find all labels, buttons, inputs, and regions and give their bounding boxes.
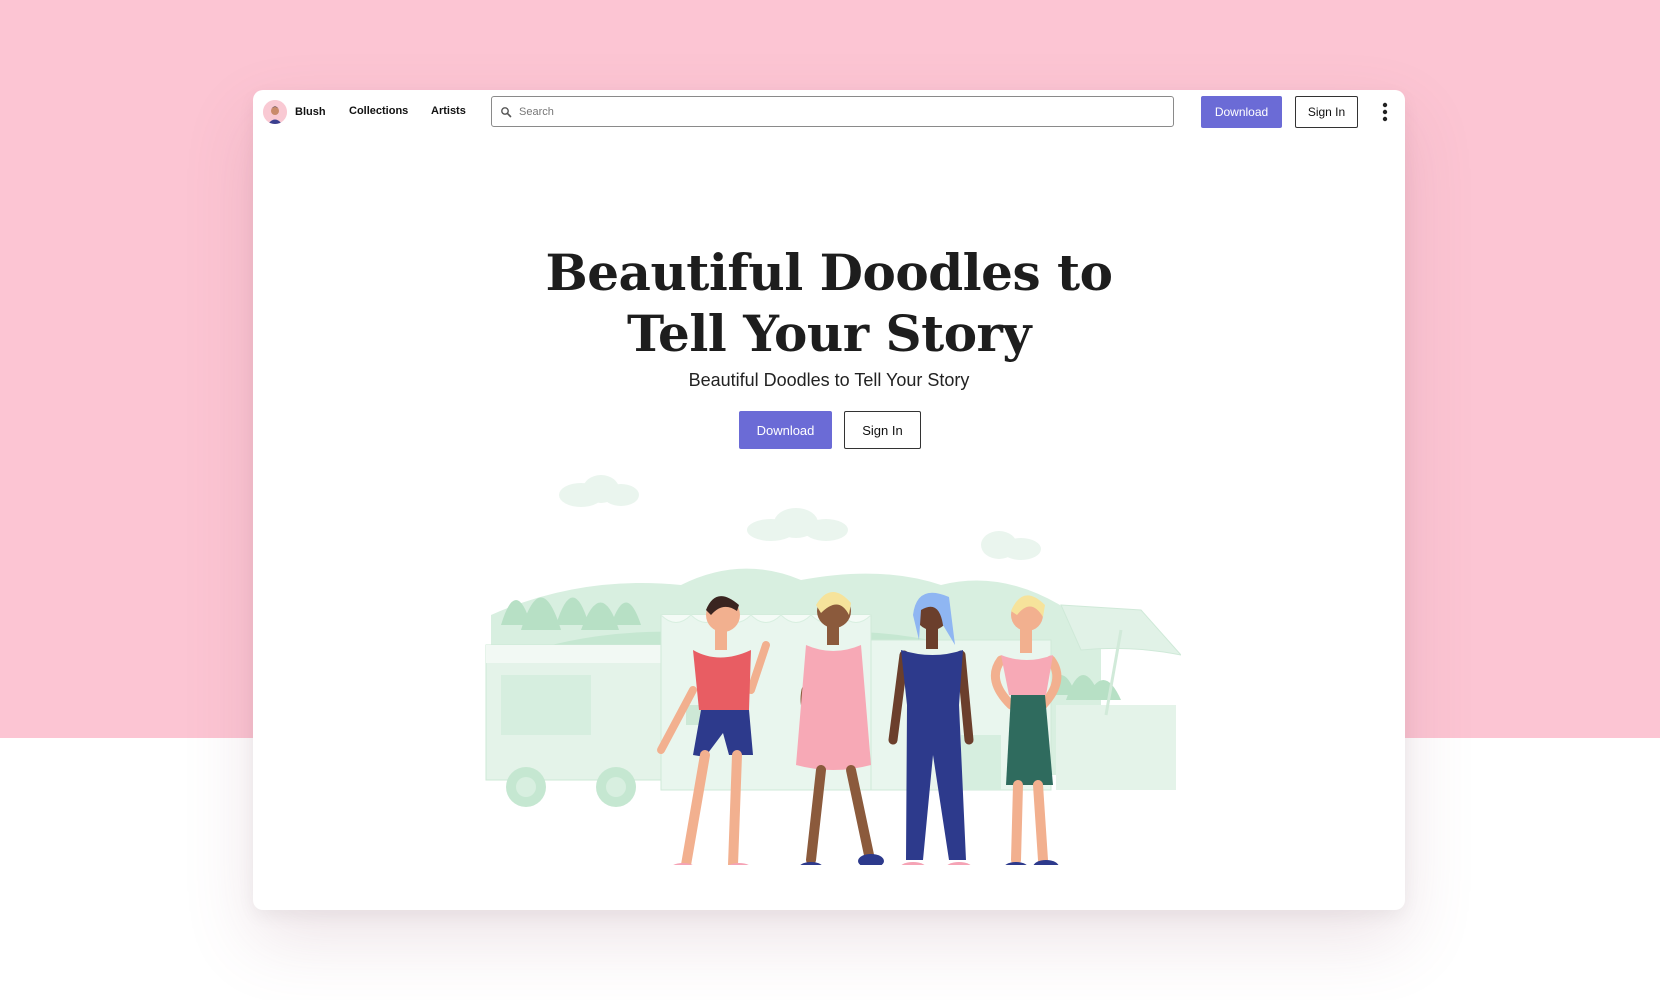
hero-signin-button[interactable]: Sign In (844, 411, 921, 449)
hero-illustration (485, 475, 1181, 865)
nav-signin-button[interactable]: Sign In (1295, 96, 1358, 128)
more-vertical-icon[interactable] (1380, 101, 1390, 123)
nav-download-button[interactable]: Download (1201, 96, 1282, 128)
top-nav: Blush Collections Artists Download Sign … (253, 90, 1405, 134)
hero-subtitle: Beautiful Doodles to Tell Your Story (688, 370, 970, 390)
nav-link-artists[interactable]: Artists (431, 105, 466, 117)
food-truck (485, 644, 677, 807)
hero-title-line1: Beautiful Doodles to (545, 243, 1113, 302)
clouds (559, 475, 1041, 560)
hero-title: Beautiful Doodles to Tell Your Story (253, 242, 1405, 364)
brand[interactable]: Blush (263, 100, 326, 124)
search-input[interactable] (517, 104, 1161, 119)
search-bar[interactable] (491, 96, 1174, 127)
brand-avatar (263, 100, 287, 124)
nav-link-collections[interactable]: Collections (349, 105, 408, 117)
browser-window: Blush Collections Artists Download Sign … (253, 90, 1405, 910)
hero-download-button[interactable]: Download (739, 411, 832, 449)
hero-title-line2: Tell Your Story (627, 304, 1031, 363)
brand-name: Blush (295, 106, 326, 118)
search-icon (500, 106, 512, 118)
